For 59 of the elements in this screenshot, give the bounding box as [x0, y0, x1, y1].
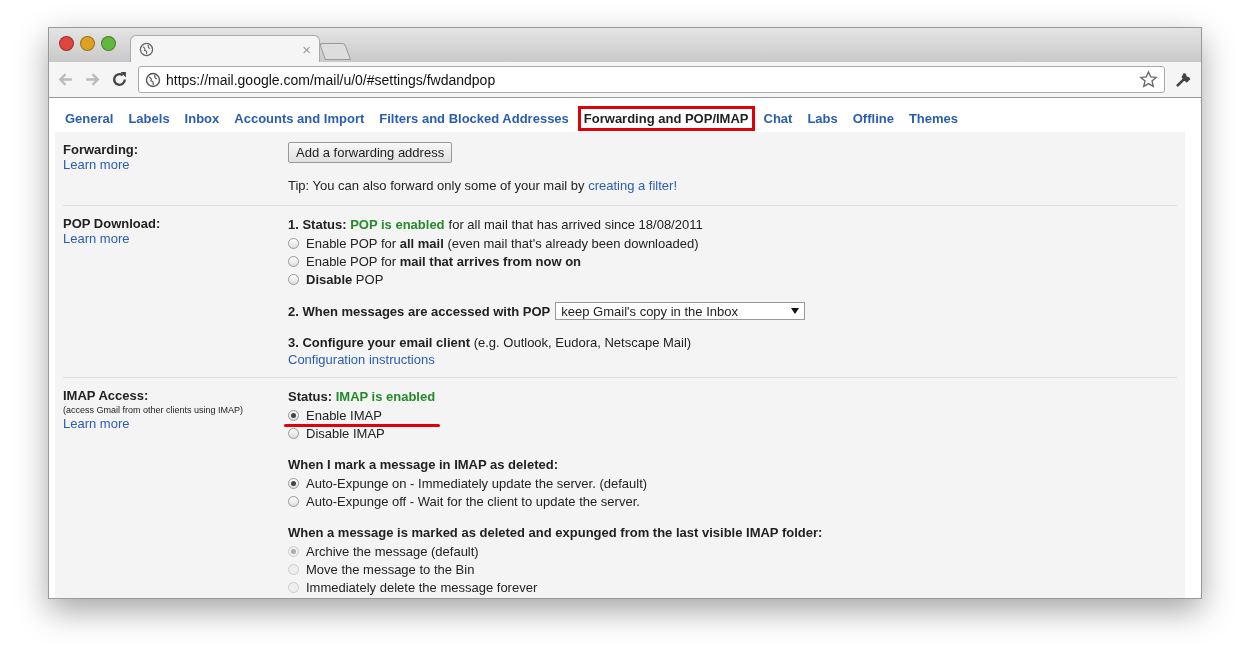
radio-button[interactable]: [288, 409, 299, 421]
radio-button[interactable]: [288, 495, 299, 507]
url-text: https://mail.google.com/mail/u/0/#settings/fwdandpop: [166, 71, 497, 88]
add-forwarding-address-button[interactable]: Add a forwarding address: [288, 142, 453, 163]
select-label: 2. When messages are accessed with POP: [288, 303, 551, 319]
option-label: Archive the message (default): [306, 543, 479, 559]
settings-tab[interactable]: Chat: [757, 105, 799, 131]
option-label: Disable POP: [306, 271, 384, 287]
create-filter-link[interactable]: creating a filter!: [588, 178, 677, 193]
settings-tab[interactable]: Filters and Blocked Addresses: [373, 105, 575, 131]
close-window-button[interactable]: [59, 35, 74, 51]
settings-tab[interactable]: Accounts and Import: [228, 105, 371, 131]
section-note: (access Gmail from other clients using IMAP): [63, 405, 244, 415]
learn-more-link[interactable]: Learn more: [63, 157, 130, 172]
option-label: Move the message to the Bin: [306, 561, 475, 577]
section-title: POP Download:: [63, 216, 161, 231]
zoom-window-button[interactable]: [101, 35, 116, 51]
globe-icon: [145, 71, 161, 88]
caret-icon: [791, 308, 800, 314]
status-text: Status: IMAP is enabled: [288, 388, 436, 406]
option-heading: When I mark a message in IMAP as deleted:: [288, 456, 558, 474]
configuration-instructions-link[interactable]: Configuration instructions: [288, 352, 435, 367]
wrench-icon[interactable]: [1175, 70, 1193, 89]
radio-button[interactable]: [288, 477, 299, 489]
option-heading: When a message is marked as deleted and expunged from the last visible IMAP folder:: [288, 524, 823, 542]
section-title: Forwarding:: [63, 142, 139, 157]
section-title: IMAP Access:: [63, 388, 149, 403]
address-bar[interactable]: https://mail.google.com/mail/u/0/#settings/fwdandpop: [138, 66, 1165, 93]
forward-arrow-icon[interactable]: [84, 71, 101, 88]
option-label: Auto-Expunge off - Wait for the client to update the server.: [306, 493, 640, 509]
settings-tab[interactable]: Labels: [122, 105, 176, 131]
settings-tab[interactable]: General: [59, 105, 120, 131]
radio-button[interactable]: [288, 427, 299, 439]
option-label: Auto-Expunge on - Immediately update the server. (default): [306, 475, 648, 491]
minimize-window-button[interactable]: [80, 35, 95, 51]
back-arrow-icon[interactable]: [57, 71, 74, 88]
settings-tab[interactable]: Themes: [902, 105, 965, 131]
tip-text: Tip: You can also forward only some of your mail by creating a filter!: [288, 177, 677, 195]
option-label: Disable IMAP: [306, 425, 385, 441]
pop-action-dropdown[interactable]: keep Gmail's copy in the Inbox: [555, 302, 806, 320]
settings-tab[interactable]: Labs: [801, 105, 844, 131]
option-label: Enable IMAP: [306, 407, 382, 423]
settings-tab[interactable]: Offline: [846, 105, 900, 131]
learn-more-link[interactable]: Learn more: [63, 231, 130, 246]
option-label: Enable POP for all mail (even mail that's already been downloaded): [306, 235, 699, 251]
option-label: Immediately delete the message forever: [306, 579, 538, 595]
learn-more-link[interactable]: Learn more: [63, 416, 130, 431]
radio-button[interactable]: [288, 273, 299, 285]
reload-icon[interactable]: [111, 71, 128, 88]
radio-button[interactable]: [288, 237, 299, 249]
settings-tab[interactable]: Forwarding and POP/IMAP: [577, 105, 755, 131]
globe-icon: [139, 41, 154, 57]
settings-tab[interactable]: Inbox: [178, 105, 226, 131]
new-tab-button[interactable]: [318, 43, 352, 60]
bookmark-star-icon[interactable]: [1139, 70, 1158, 89]
radio-button[interactable]: [288, 255, 299, 267]
status-text: 1. Status: POP is enabled for all mail that has arrived since 18/08/2011: [288, 216, 703, 234]
configure-text: 3. Configure your email client (e.g. Outlook, Eudora, Netscape Mail): [288, 334, 692, 352]
option-label: Enable POP for mail that arrives from now on: [306, 253, 582, 269]
